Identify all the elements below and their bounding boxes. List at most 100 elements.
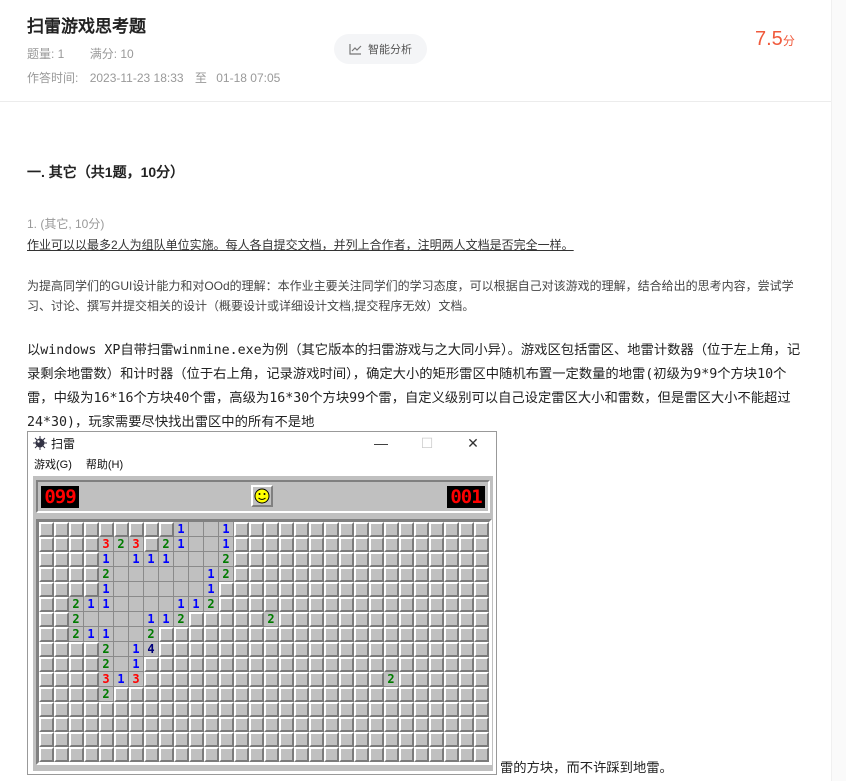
unopened-cell[interactable] (399, 552, 414, 567)
unopened-cell[interactable] (279, 537, 294, 552)
unopened-cell[interactable] (294, 687, 309, 702)
unopened-cell[interactable] (249, 552, 264, 567)
unopened-cell[interactable] (294, 732, 309, 747)
unopened-cell[interactable] (339, 672, 354, 687)
unopened-cell[interactable] (249, 522, 264, 537)
unopened-cell[interactable] (54, 552, 69, 567)
unopened-cell[interactable] (294, 747, 309, 762)
opened-cell[interactable]: 1 (99, 582, 114, 597)
unopened-cell[interactable] (249, 747, 264, 762)
smiley-face-button[interactable] (251, 485, 273, 507)
unopened-cell[interactable] (84, 702, 99, 717)
unopened-cell[interactable] (354, 702, 369, 717)
unopened-cell[interactable] (264, 747, 279, 762)
unopened-cell[interactable] (444, 537, 459, 552)
unopened-cell[interactable] (474, 522, 489, 537)
opened-cell[interactable]: 2 (69, 627, 84, 642)
unopened-cell[interactable] (309, 717, 324, 732)
unopened-cell[interactable] (399, 717, 414, 732)
unopened-cell[interactable] (339, 747, 354, 762)
unopened-cell[interactable] (114, 687, 129, 702)
unopened-cell[interactable] (159, 642, 174, 657)
unopened-cell[interactable] (294, 717, 309, 732)
opened-cell[interactable]: 2 (114, 537, 129, 552)
unopened-cell[interactable] (414, 597, 429, 612)
unopened-cell[interactable] (39, 627, 54, 642)
unopened-cell[interactable] (99, 747, 114, 762)
unopened-cell[interactable] (129, 687, 144, 702)
opened-cell[interactable] (114, 552, 129, 567)
unopened-cell[interactable] (39, 732, 54, 747)
unopened-cell[interactable] (309, 552, 324, 567)
unopened-cell[interactable] (189, 732, 204, 747)
unopened-cell[interactable] (459, 687, 474, 702)
unopened-cell[interactable] (459, 582, 474, 597)
unopened-cell[interactable] (84, 717, 99, 732)
unopened-cell[interactable] (459, 702, 474, 717)
unopened-cell[interactable] (144, 717, 159, 732)
unopened-cell[interactable] (324, 732, 339, 747)
unopened-cell[interactable] (399, 612, 414, 627)
unopened-cell[interactable] (234, 582, 249, 597)
unopened-cell[interactable] (309, 537, 324, 552)
opened-cell[interactable] (114, 612, 129, 627)
unopened-cell[interactable] (204, 747, 219, 762)
unopened-cell[interactable] (369, 687, 384, 702)
opened-cell[interactable] (129, 627, 144, 642)
unopened-cell[interactable] (474, 627, 489, 642)
unopened-cell[interactable] (39, 687, 54, 702)
unopened-cell[interactable] (444, 747, 459, 762)
opened-cell[interactable]: 1 (219, 522, 234, 537)
unopened-cell[interactable] (69, 642, 84, 657)
unopened-cell[interactable] (309, 687, 324, 702)
opened-cell[interactable]: 1 (174, 597, 189, 612)
unopened-cell[interactable] (339, 642, 354, 657)
unopened-cell[interactable] (279, 717, 294, 732)
unopened-cell[interactable] (474, 702, 489, 717)
unopened-cell[interactable] (384, 732, 399, 747)
unopened-cell[interactable] (309, 522, 324, 537)
unopened-cell[interactable] (399, 642, 414, 657)
unopened-cell[interactable] (474, 552, 489, 567)
unopened-cell[interactable] (219, 597, 234, 612)
unopened-cell[interactable] (444, 642, 459, 657)
unopened-cell[interactable] (474, 642, 489, 657)
unopened-cell[interactable] (459, 732, 474, 747)
unopened-cell[interactable] (459, 612, 474, 627)
unopened-cell[interactable] (429, 747, 444, 762)
unopened-cell[interactable] (369, 522, 384, 537)
opened-cell[interactable] (189, 582, 204, 597)
opened-cell[interactable] (114, 582, 129, 597)
unopened-cell[interactable] (249, 732, 264, 747)
opened-cell[interactable]: 1 (84, 627, 99, 642)
opened-cell[interactable]: 1 (189, 597, 204, 612)
unopened-cell[interactable] (324, 612, 339, 627)
unopened-cell[interactable] (189, 747, 204, 762)
unopened-cell[interactable] (234, 612, 249, 627)
unopened-cell[interactable] (264, 552, 279, 567)
opened-cell[interactable] (189, 537, 204, 552)
unopened-cell[interactable] (174, 717, 189, 732)
unopened-cell[interactable] (384, 657, 399, 672)
unopened-cell[interactable] (429, 702, 444, 717)
unopened-cell[interactable] (339, 702, 354, 717)
unopened-cell[interactable] (384, 642, 399, 657)
unopened-cell[interactable] (69, 522, 84, 537)
opened-cell[interactable]: 1 (129, 642, 144, 657)
unopened-cell[interactable] (249, 627, 264, 642)
unopened-cell[interactable] (204, 717, 219, 732)
unopened-cell[interactable] (369, 732, 384, 747)
unopened-cell[interactable] (144, 702, 159, 717)
unopened-cell[interactable] (69, 672, 84, 687)
unopened-cell[interactable] (54, 537, 69, 552)
unopened-cell[interactable] (369, 627, 384, 642)
unopened-cell[interactable] (54, 642, 69, 657)
opened-cell[interactable] (144, 582, 159, 597)
unopened-cell[interactable] (324, 567, 339, 582)
opened-cell[interactable]: 1 (99, 597, 114, 612)
unopened-cell[interactable] (279, 627, 294, 642)
opened-cell[interactable] (159, 567, 174, 582)
unopened-cell[interactable] (54, 657, 69, 672)
unopened-cell[interactable] (84, 537, 99, 552)
unopened-cell[interactable] (159, 522, 174, 537)
